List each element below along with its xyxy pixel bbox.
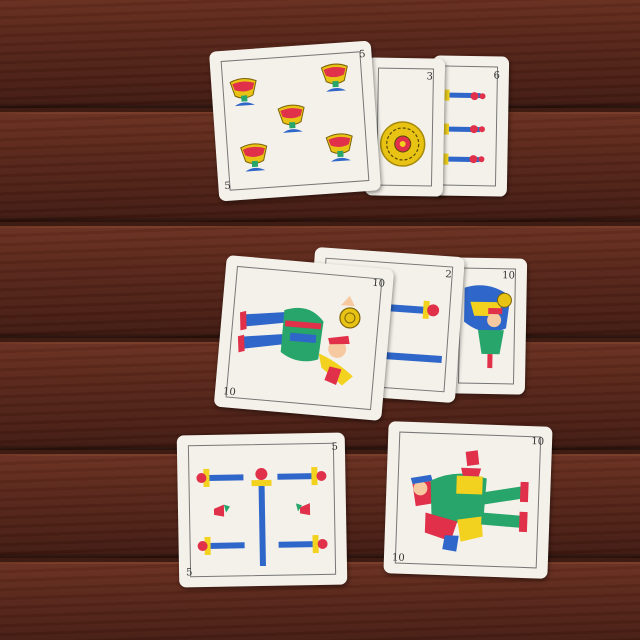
card-cups-5: 5 5 <box>208 40 382 202</box>
cups-pips <box>229 62 355 173</box>
photo-scene: 6 3 5 5 10 2 10 10 5 5 10 10 <box>0 0 640 640</box>
swords-pips <box>196 467 328 567</box>
card-coins-10: 10 10 <box>213 254 395 422</box>
page-figure <box>237 295 361 386</box>
card-clubs-10: 10 10 <box>383 421 553 579</box>
card-swords-5: 5 5 <box>176 432 348 588</box>
page-figure <box>410 450 529 552</box>
